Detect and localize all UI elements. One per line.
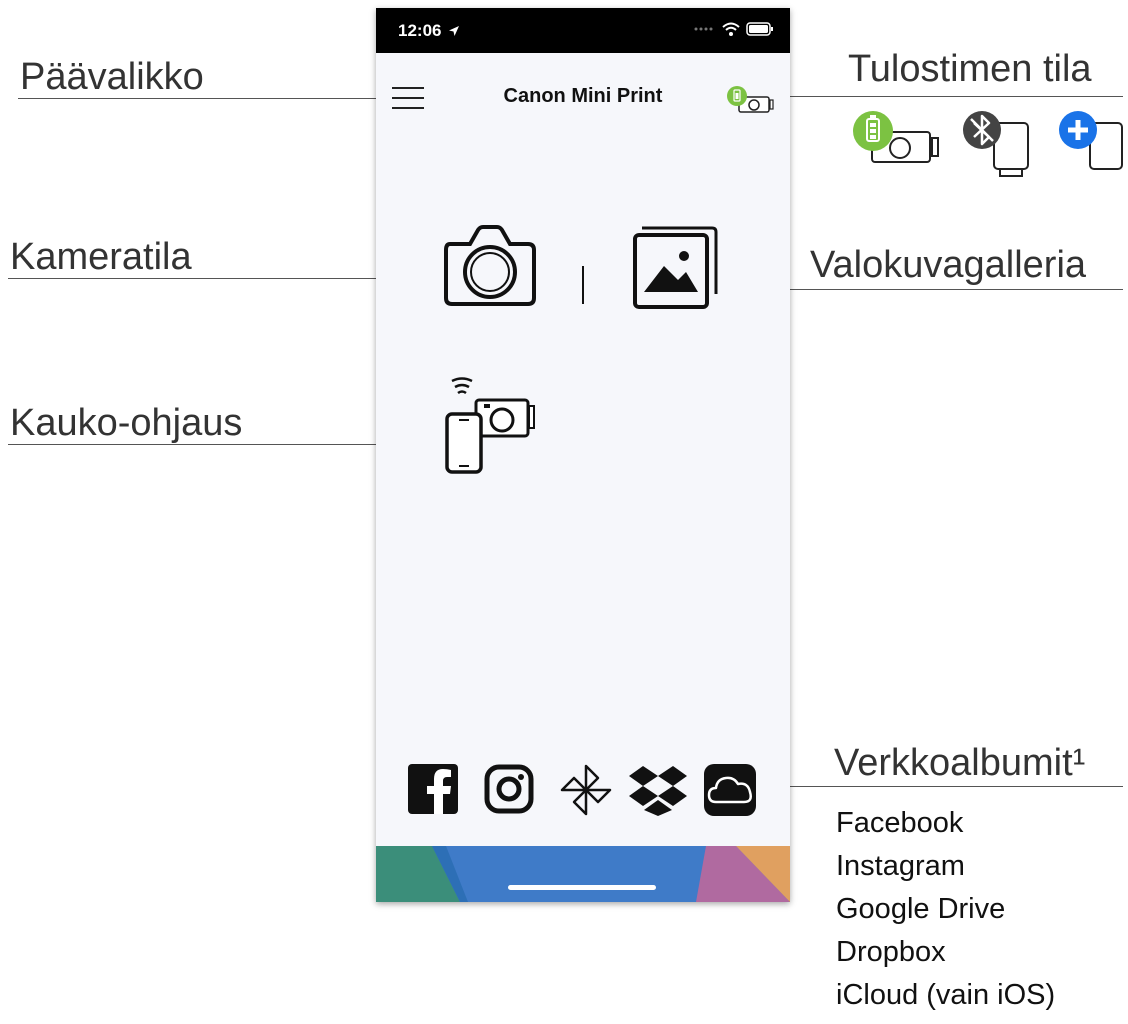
callout-photo-gallery: Valokuvagalleria — [810, 244, 1087, 286]
home-indicator[interactable] — [508, 885, 656, 890]
printer-battery-legend-icon — [853, 111, 939, 163]
bottom-color-bar — [376, 846, 790, 902]
callout-printer-status: Tulostimen tila — [848, 48, 1092, 90]
bluetooth-off-legend-icon — [963, 111, 1029, 177]
facebook-icon[interactable] — [408, 764, 458, 814]
leader-line-online-albums — [768, 786, 1123, 787]
signal-dots-icon — [694, 27, 713, 31]
callout-online-albums: Verkkoalbumit¹ — [834, 742, 1086, 784]
location-arrow-icon — [449, 26, 460, 36]
gallery-icon[interactable] — [632, 222, 722, 312]
status-time: 12:06 — [398, 21, 460, 41]
phone-screen: 12:06 Canon Mini Print — [376, 8, 790, 902]
battery-status-icon — [746, 22, 773, 36]
album-item-instagram: Instagram — [836, 850, 965, 882]
leader-line-camera-mode — [8, 278, 438, 279]
remote-control-icon[interactable] — [444, 376, 536, 476]
status-icons — [694, 22, 774, 36]
album-item-dropbox: Dropbox — [836, 936, 946, 968]
mode-divider — [582, 266, 584, 304]
dropbox-icon[interactable] — [628, 764, 688, 816]
status-bar: 12:06 — [376, 8, 790, 53]
callout-camera-mode: Kameratila — [10, 236, 192, 278]
album-item-facebook: Facebook — [836, 807, 964, 839]
online-albums-list: Facebook Instagram Google Drive Dropbox … — [836, 802, 1055, 1017]
callout-remote-control: Kauko-ohjaus — [10, 402, 243, 444]
leader-line-main-menu — [18, 98, 398, 99]
album-item-icloud: iCloud (vain iOS) — [836, 979, 1056, 1011]
camera-icon[interactable] — [442, 222, 538, 310]
google-drive-icon[interactable] — [558, 762, 614, 818]
icloud-icon[interactable] — [704, 764, 756, 816]
printer-status-icon[interactable] — [726, 85, 774, 115]
instagram-icon[interactable] — [484, 764, 534, 814]
callout-main-menu: Päävalikko — [20, 56, 204, 98]
leader-line-printer-status — [755, 96, 1123, 97]
wifi-icon — [722, 22, 740, 36]
album-item-google-drive: Google Drive — [836, 893, 1006, 925]
status-time-text: 12:06 — [398, 21, 442, 40]
add-printer-legend-icon — [1059, 111, 1123, 170]
